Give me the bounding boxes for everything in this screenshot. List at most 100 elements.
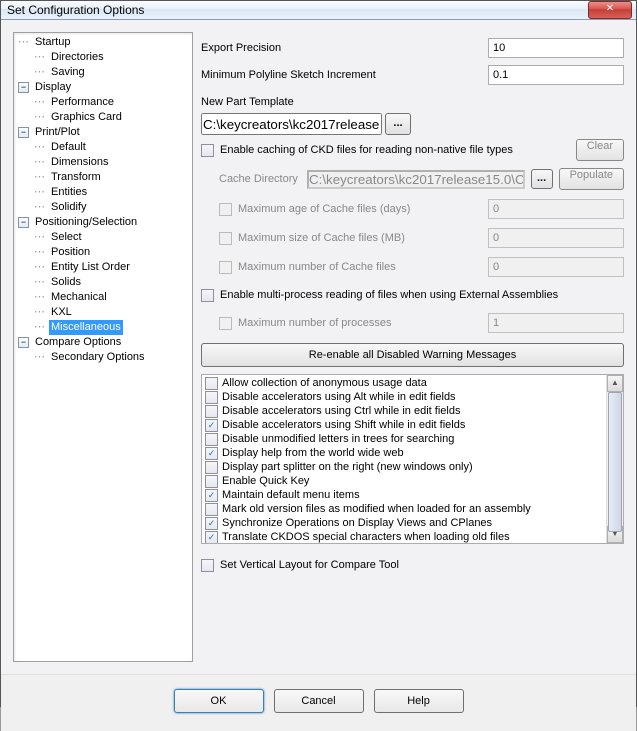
tree-item-label[interactable]: Mechanical [49,290,109,305]
option-checkbox[interactable] [205,503,218,516]
list-item[interactable]: ✓Display help from the world wide web [203,446,605,460]
tree-toggle-icon[interactable]: − [18,217,29,228]
tree-item[interactable]: ⋯ Startup [16,35,190,50]
tree-item[interactable]: ⋯Mechanical [16,290,190,305]
list-item[interactable]: Mark old version files as modified when … [203,502,605,516]
tree-item[interactable]: ⋯Dimensions [16,155,190,170]
populate-cache-button[interactable]: Populate [559,168,624,190]
tree-toggle-icon[interactable]: − [18,337,29,348]
option-checkbox[interactable] [205,391,218,404]
browse-template-button[interactable]: ... [385,113,411,135]
option-checkbox[interactable]: ✓ [205,489,218,502]
tree-item[interactable]: ⋯Select [16,230,190,245]
browse-cache-button[interactable]: ... [531,169,553,189]
tree-item-label[interactable]: Solids [49,275,83,290]
list-item[interactable]: Disable accelerators using Alt while in … [203,390,605,404]
tree-item-label[interactable]: KXL [49,305,74,320]
option-checkbox[interactable] [205,377,218,390]
tree-item[interactable]: ⋯Solids [16,275,190,290]
cache-max-num-checkbox [219,261,232,274]
reenable-warnings-button[interactable]: Re-enable all Disabled Warning Messages [201,343,624,367]
scrollbar[interactable]: ▲ ▼ [606,375,623,543]
scroll-up-button[interactable]: ▲ [607,375,623,392]
list-item[interactable]: ✓Disable accelerators using Shift while … [203,418,605,432]
option-checkbox[interactable]: ✓ [205,419,218,432]
scroll-thumb[interactable] [608,392,622,532]
tree-item[interactable]: −Print/Plot [16,125,190,140]
option-checkbox[interactable] [205,475,218,488]
tree-item[interactable]: ⋯Performance [16,95,190,110]
tree-item[interactable]: −Compare Options [16,335,190,350]
tree-item[interactable]: ⋯Miscellaneous [16,320,190,335]
option-label: Disable accelerators using Alt while in … [222,390,456,404]
ok-button[interactable]: OK [174,689,264,713]
tree-item-label[interactable]: Miscellaneous [49,320,123,335]
list-item[interactable]: Enable Quick Key [203,474,605,488]
option-checkbox[interactable] [205,433,218,446]
tree-item[interactable]: ⋯Default [16,140,190,155]
tree-item-label[interactable]: Entities [49,185,89,200]
tree-connector-icon: ⋯ [18,35,29,50]
option-checkbox[interactable]: ✓ [205,531,218,544]
window-title: Set Configuration Options [7,3,588,17]
tree-item-label[interactable]: Dimensions [49,155,110,170]
list-item[interactable]: Disable accelerators using Ctrl while in… [203,404,605,418]
dialog-footer: OK Cancel Help [1,674,636,731]
tree-item[interactable]: ⋯KXL [16,305,190,320]
tree-item-label[interactable]: Directories [49,50,106,65]
tree-item-label[interactable]: Startup [33,35,72,50]
new-part-template-input[interactable] [201,113,382,135]
cancel-button[interactable]: Cancel [274,689,364,713]
tree-item-label[interactable]: Select [49,230,84,245]
tree-item[interactable]: ⋯Entity List Order [16,260,190,275]
option-checkbox[interactable] [205,405,218,418]
option-checkbox[interactable] [205,461,218,474]
tree-item[interactable]: ⋯Directories [16,50,190,65]
tree-item-label[interactable]: Performance [49,95,116,110]
list-item[interactable]: ✓ Maintain default menu items [203,488,605,502]
tree-item-label[interactable]: Transform [49,170,103,185]
export-precision-input[interactable] [488,38,624,58]
nav-tree[interactable]: ⋯Startup⋯Directories⋯Saving−Display⋯Perf… [16,35,190,365]
tree-item[interactable]: −Display [16,80,190,95]
tree-item-label[interactable]: Entity List Order [49,260,132,275]
tree-item[interactable]: ⋯Solidify [16,200,190,215]
tree-item[interactable]: ⋯Position [16,245,190,260]
clear-cache-button[interactable]: Clear [576,139,624,161]
tree-toggle-icon[interactable]: − [18,82,29,93]
tree-item[interactable]: ⋯Graphics Card [16,110,190,125]
tree-item-label[interactable]: Default [49,140,88,155]
tree-item-label[interactable]: Saving [49,65,87,80]
vertical-layout-checkbox[interactable] [201,559,214,572]
list-item[interactable]: Disable unmodified letters in trees for … [203,432,605,446]
tree-item-label[interactable]: Position [49,245,92,260]
tree-item[interactable]: −Positioning/Selection [16,215,190,230]
help-button[interactable]: Help [374,689,464,713]
enable-caching-checkbox[interactable] [201,144,214,157]
tree-item[interactable]: ⋯Saving [16,65,190,80]
tree-item[interactable]: ⋯Entities [16,185,190,200]
tree-item-label[interactable]: Graphics Card [49,110,124,125]
min-poly-input[interactable] [488,65,624,85]
tree-item[interactable]: ⋯Transform [16,170,190,185]
list-item[interactable]: ✓Synchronize Operations on Display Views… [203,516,605,530]
tree-item-label[interactable]: Positioning/Selection [33,215,139,230]
tree-item[interactable]: ⋯Secondary Options [16,350,190,365]
list-item[interactable]: Allow collection of anonymous usage data [203,376,605,390]
option-label: Maintain default menu items [222,488,360,502]
close-button[interactable]: ✕ [588,1,632,19]
list-item[interactable]: ✓ Translate CKDOS special characters when… [203,530,605,543]
tree-item-label[interactable]: Compare Options [33,335,123,350]
option-checkbox[interactable]: ✓ [205,447,218,460]
options-list-content[interactable]: Allow collection of anonymous usage data… [202,375,606,543]
tree-item-label[interactable]: Print/Plot [33,125,82,140]
scroll-track[interactable] [607,392,623,526]
tree-item-label[interactable]: Display [33,80,73,95]
option-checkbox[interactable]: ✓ [205,517,218,530]
tree-item-label[interactable]: Secondary Options [49,350,147,365]
tree-toggle-icon[interactable]: − [18,127,29,138]
tree-item-label[interactable]: Solidify [49,200,88,215]
option-label: Translate CKDOS special characters when … [222,530,510,543]
list-item[interactable]: Display part splitter on the right (new … [203,460,605,474]
enable-multiproc-checkbox[interactable] [201,289,214,302]
